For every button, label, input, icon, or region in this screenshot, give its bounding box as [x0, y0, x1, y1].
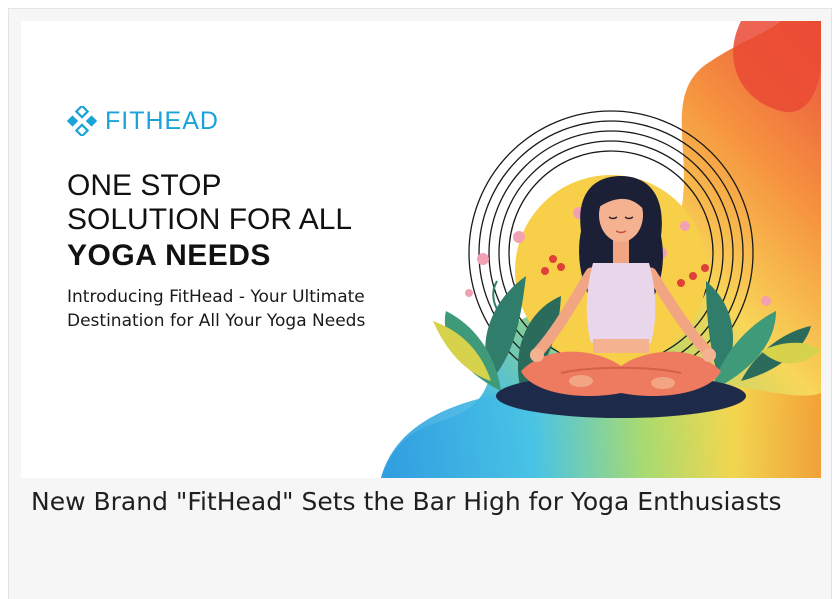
banner-headline: ONE STOP SOLUTION FOR ALL YOGA NEEDS — [67, 169, 447, 275]
headline-line-1: ONE STOP — [67, 169, 222, 202]
logo-text: FITHEAD — [105, 106, 219, 135]
news-title-link[interactable]: New Brand "FitHead" Sets the Bar High fo… — [31, 483, 821, 521]
banner-subtext: Introducing FitHead - Your Ultimate Dest… — [67, 287, 366, 331]
diamond-cluster-icon — [67, 106, 97, 136]
news-card[interactable]: FITHEAD ONE STOP SOLUTION FOR ALL YOGA N… — [8, 8, 832, 599]
headline-line-2: SOLUTION FOR ALL — [67, 203, 353, 236]
headline-line-3: YOGA NEEDS — [67, 239, 271, 272]
brand-logo: FITHEAD — [67, 101, 219, 141]
news-banner-image[interactable]: FITHEAD ONE STOP SOLUTION FOR ALL YOGA N… — [21, 21, 821, 478]
